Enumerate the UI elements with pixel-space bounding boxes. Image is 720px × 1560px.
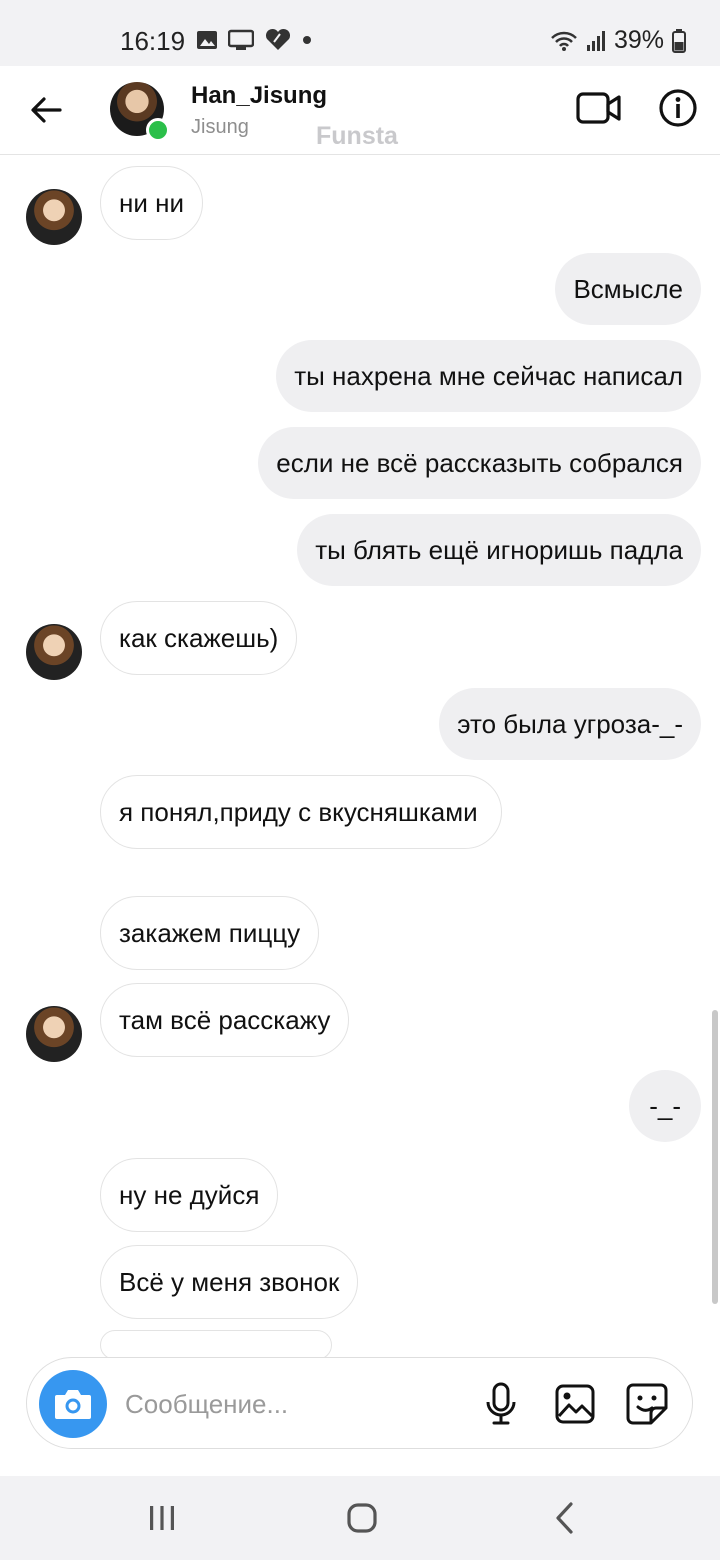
hearts-icon — [265, 28, 291, 50]
message-outgoing[interactable]: ты блять ещё игноришь падла — [297, 514, 701, 586]
status-right: 39% — [550, 26, 686, 55]
video-call-icon[interactable] — [576, 88, 622, 128]
dot-icon — [303, 36, 311, 44]
home-icon[interactable] — [346, 1502, 378, 1534]
system-nav-bar — [0, 1476, 720, 1560]
message-outgoing[interactable]: если не всё рассказыть собрался — [258, 427, 701, 499]
gallery-icon[interactable] — [555, 1384, 595, 1424]
screen-cast-icon — [228, 29, 254, 50]
scrollbar[interactable] — [712, 1010, 718, 1304]
status-time: 16:19 — [120, 26, 186, 56]
message-outgoing[interactable]: это была угроза-_- — [439, 688, 701, 760]
image-notification-icon — [197, 31, 217, 49]
wifi-icon — [551, 31, 577, 51]
sender-avatar[interactable] — [26, 624, 82, 680]
contact-name[interactable]: Han_Jisung — [191, 82, 327, 110]
message-incoming-partial[interactable] — [100, 1330, 332, 1360]
notification-icons — [196, 28, 312, 52]
message-outgoing[interactable]: -_- — [629, 1070, 701, 1142]
nav-back-icon[interactable] — [552, 1500, 576, 1536]
status-bar: 16:19 39% — [0, 0, 720, 66]
watermark-text: Funsta — [316, 122, 398, 150]
message-incoming[interactable]: Всё у меня звонок — [100, 1245, 359, 1319]
message-incoming[interactable]: ни ни — [100, 166, 203, 240]
sender-avatar[interactable] — [26, 1006, 82, 1062]
back-arrow-icon[interactable] — [26, 90, 66, 130]
info-icon[interactable] — [658, 88, 698, 128]
chat-header: Han_Jisung Jisung Funsta — [0, 66, 720, 155]
battery-icon — [672, 28, 686, 53]
recents-icon[interactable] — [146, 1502, 178, 1534]
message-incoming[interactable]: ну не дуйся — [100, 1158, 279, 1232]
message-input[interactable] — [125, 1382, 465, 1426]
message-outgoing[interactable]: Всмысле — [555, 253, 701, 325]
contact-subtitle: Jisung — [191, 116, 249, 138]
microphone-icon[interactable] — [485, 1382, 517, 1426]
message-incoming[interactable]: как скажешь) — [100, 601, 298, 675]
message-incoming[interactable]: закажем пиццу — [100, 896, 320, 970]
signal-icon — [586, 30, 605, 51]
camera-button[interactable] — [39, 1370, 107, 1438]
camera-icon — [55, 1390, 91, 1419]
message-outgoing[interactable]: ты нахрена мне сейчас написал — [276, 340, 701, 412]
sticker-icon[interactable] — [625, 1382, 669, 1426]
message-composer — [26, 1357, 693, 1449]
message-incoming[interactable]: я понял,приду с вкусняшками — [100, 775, 502, 849]
message-incoming[interactable]: там всё расскажу — [100, 983, 350, 1057]
online-indicator — [146, 118, 170, 142]
battery-percent: 39% — [613, 26, 664, 54]
sender-avatar[interactable] — [26, 189, 82, 245]
